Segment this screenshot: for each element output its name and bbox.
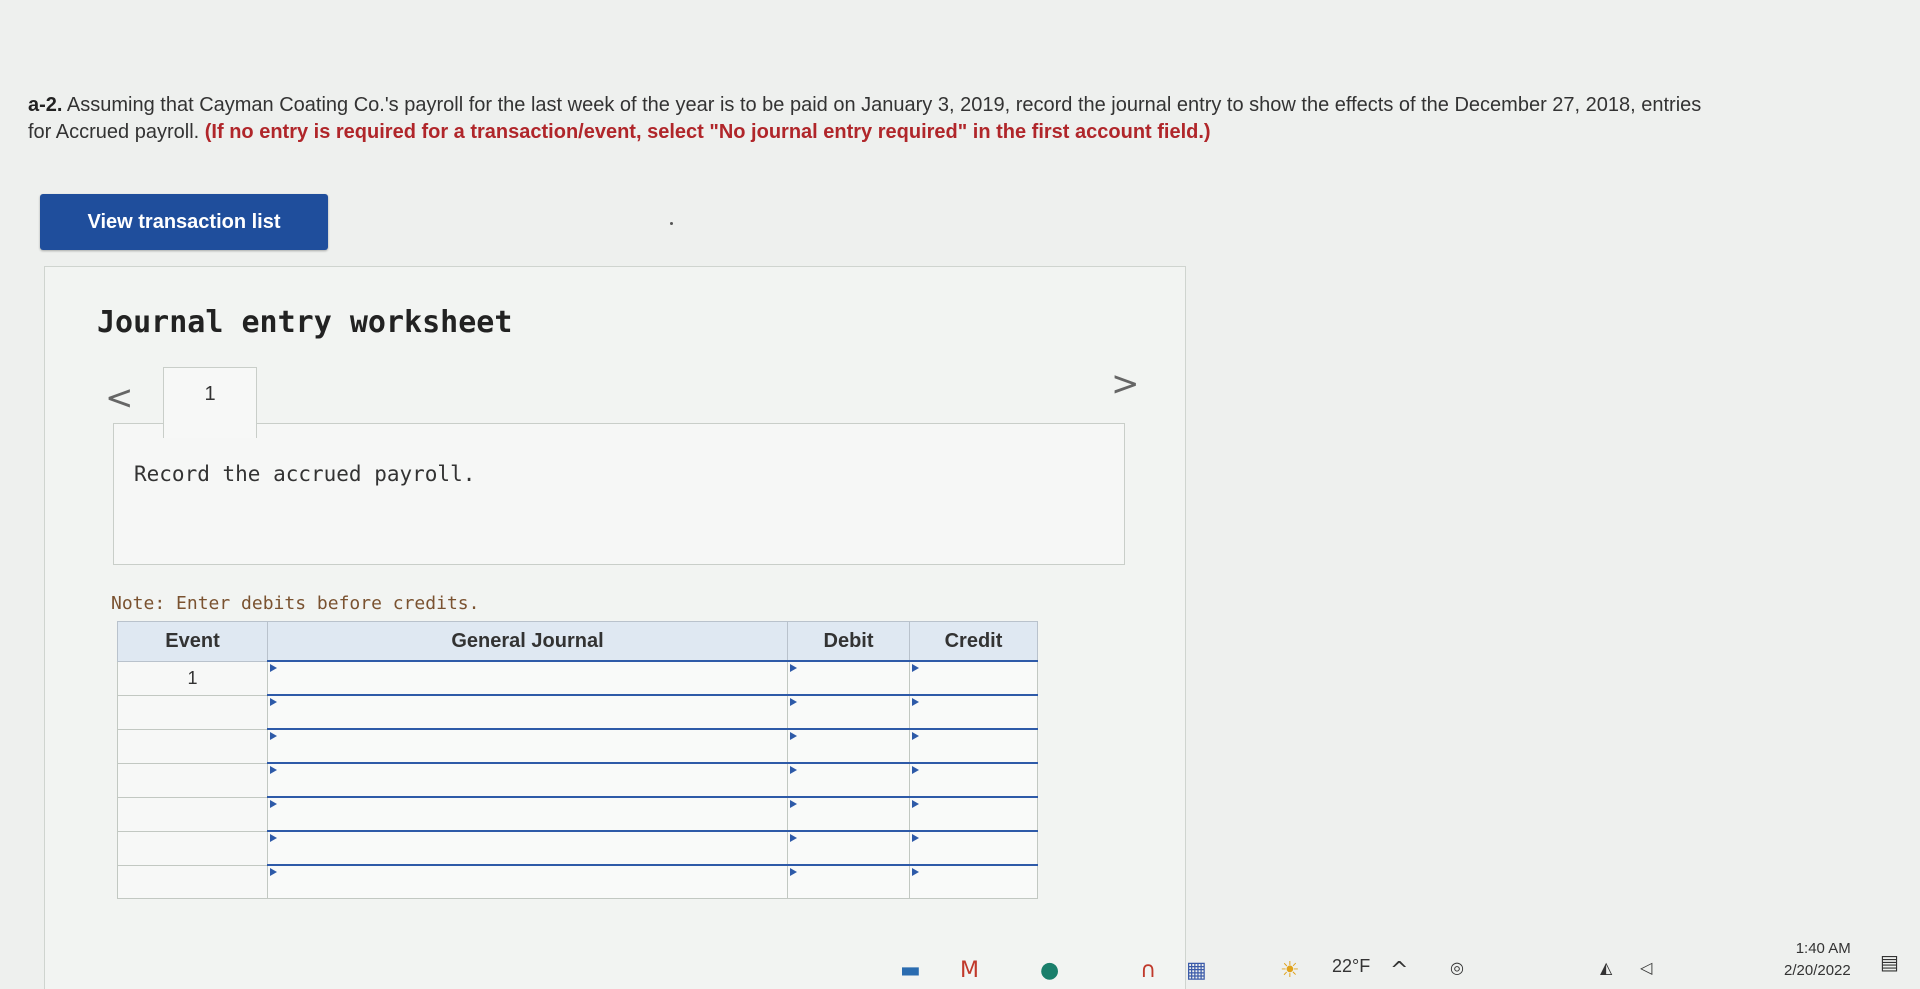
table-row bbox=[117, 728, 1038, 764]
table-row bbox=[117, 864, 1038, 899]
credit-field[interactable] bbox=[909, 694, 1038, 730]
app-arch-icon[interactable]: ∩ bbox=[1140, 958, 1156, 983]
debit-field[interactable] bbox=[787, 830, 910, 866]
network-icon[interactable]: ◎ bbox=[1450, 958, 1464, 977]
table-row bbox=[117, 796, 1038, 832]
event-cell bbox=[117, 694, 268, 730]
question-instruction: (If no entry is required for a transacti… bbox=[204, 121, 1211, 143]
next-arrow-icon[interactable]: > bbox=[1111, 367, 1140, 401]
debit-field[interactable] bbox=[787, 762, 910, 798]
table-row bbox=[117, 762, 1038, 798]
table-row bbox=[117, 830, 1038, 866]
worksheet-title: Journal entry worksheet bbox=[97, 305, 513, 340]
event-cell bbox=[117, 864, 268, 899]
gmail-icon[interactable]: M bbox=[960, 958, 979, 983]
account-field[interactable] bbox=[267, 762, 788, 798]
app-icon[interactable]: ▬ bbox=[900, 958, 921, 983]
event-cell: 1 bbox=[117, 660, 268, 696]
debit-field[interactable] bbox=[787, 660, 910, 696]
account-field[interactable] bbox=[267, 796, 788, 832]
question-body-2: for Accrued payroll. bbox=[28, 121, 200, 143]
view-transaction-list-button[interactable]: View transaction list bbox=[40, 194, 328, 250]
notification-icon[interactable]: ▤ bbox=[1880, 950, 1899, 974]
question-body: Assuming that Cayman Coating Co.'s payro… bbox=[66, 94, 1702, 116]
journal-entry-worksheet: Journal entry worksheet < > 1 Record the… bbox=[44, 266, 1186, 989]
event-cell bbox=[117, 796, 268, 832]
question-text: a-2. Assuming that Cayman Coating Co.'s … bbox=[28, 92, 1920, 146]
date: 2/20/2022 bbox=[1784, 962, 1851, 979]
taskbar: ▬ M ● ∩ ▦ ☀ 22°F ^ ◎ ◭ ◁ 1:40 AM 2/20/20… bbox=[870, 938, 1920, 988]
transaction-description-box: Record the accrued payroll. bbox=[113, 423, 1125, 565]
journal-table: Event General Journal Debit Credit 1 bbox=[117, 621, 1038, 899]
account-field[interactable] bbox=[267, 864, 788, 899]
question-line-1: a-2. Assuming that Cayman Coating Co.'s … bbox=[28, 92, 1920, 119]
table-row: 1 bbox=[117, 660, 1038, 696]
divider-dot bbox=[670, 222, 673, 225]
transaction-description: Record the accrued payroll. bbox=[134, 462, 476, 486]
question-label: a-2. bbox=[28, 94, 63, 116]
debit-field[interactable] bbox=[787, 728, 910, 764]
credit-field[interactable] bbox=[909, 864, 1038, 899]
event-cell bbox=[117, 830, 268, 866]
chevron-up-icon[interactable]: ^ bbox=[1390, 958, 1408, 983]
event-cell bbox=[117, 728, 268, 764]
credit-field[interactable] bbox=[909, 830, 1038, 866]
account-field[interactable] bbox=[267, 694, 788, 730]
debit-field[interactable] bbox=[787, 864, 910, 899]
note-text: Note: Enter debits before credits. bbox=[111, 593, 480, 614]
debit-field[interactable] bbox=[787, 694, 910, 730]
account-field[interactable] bbox=[267, 728, 788, 764]
debit-field[interactable] bbox=[787, 796, 910, 832]
event-cell bbox=[117, 762, 268, 798]
prev-arrow-icon[interactable]: < bbox=[105, 381, 134, 415]
account-field[interactable] bbox=[267, 660, 788, 696]
time: 1:40 AM bbox=[1795, 940, 1851, 957]
header-event: Event bbox=[117, 621, 268, 662]
credit-field[interactable] bbox=[909, 728, 1038, 764]
table-row bbox=[117, 694, 1038, 730]
clock[interactable]: 1:40 AM 2/20/2022 bbox=[1784, 938, 1851, 982]
table-header-row: Event General Journal Debit Credit bbox=[117, 621, 1038, 662]
volume-icon[interactable]: ◁ bbox=[1640, 958, 1652, 977]
temperature: 22°F bbox=[1332, 956, 1371, 976]
account-field[interactable] bbox=[267, 830, 788, 866]
weather-icon: ☀ bbox=[1280, 958, 1300, 983]
credit-field[interactable] bbox=[909, 660, 1038, 696]
header-debit: Debit bbox=[787, 621, 910, 662]
header-general-journal: General Journal bbox=[267, 621, 788, 662]
header-credit: Credit bbox=[909, 621, 1038, 662]
credit-field[interactable] bbox=[909, 796, 1038, 832]
wifi-icon[interactable]: ◭ bbox=[1600, 958, 1612, 977]
teams-icon[interactable]: ▦ bbox=[1186, 958, 1207, 983]
credit-field[interactable] bbox=[909, 762, 1038, 798]
app-circle-icon[interactable]: ● bbox=[1040, 958, 1059, 983]
question-line-2: for Accrued payroll. (If no entry is req… bbox=[28, 119, 1920, 146]
tab-1[interactable]: 1 bbox=[163, 367, 257, 438]
